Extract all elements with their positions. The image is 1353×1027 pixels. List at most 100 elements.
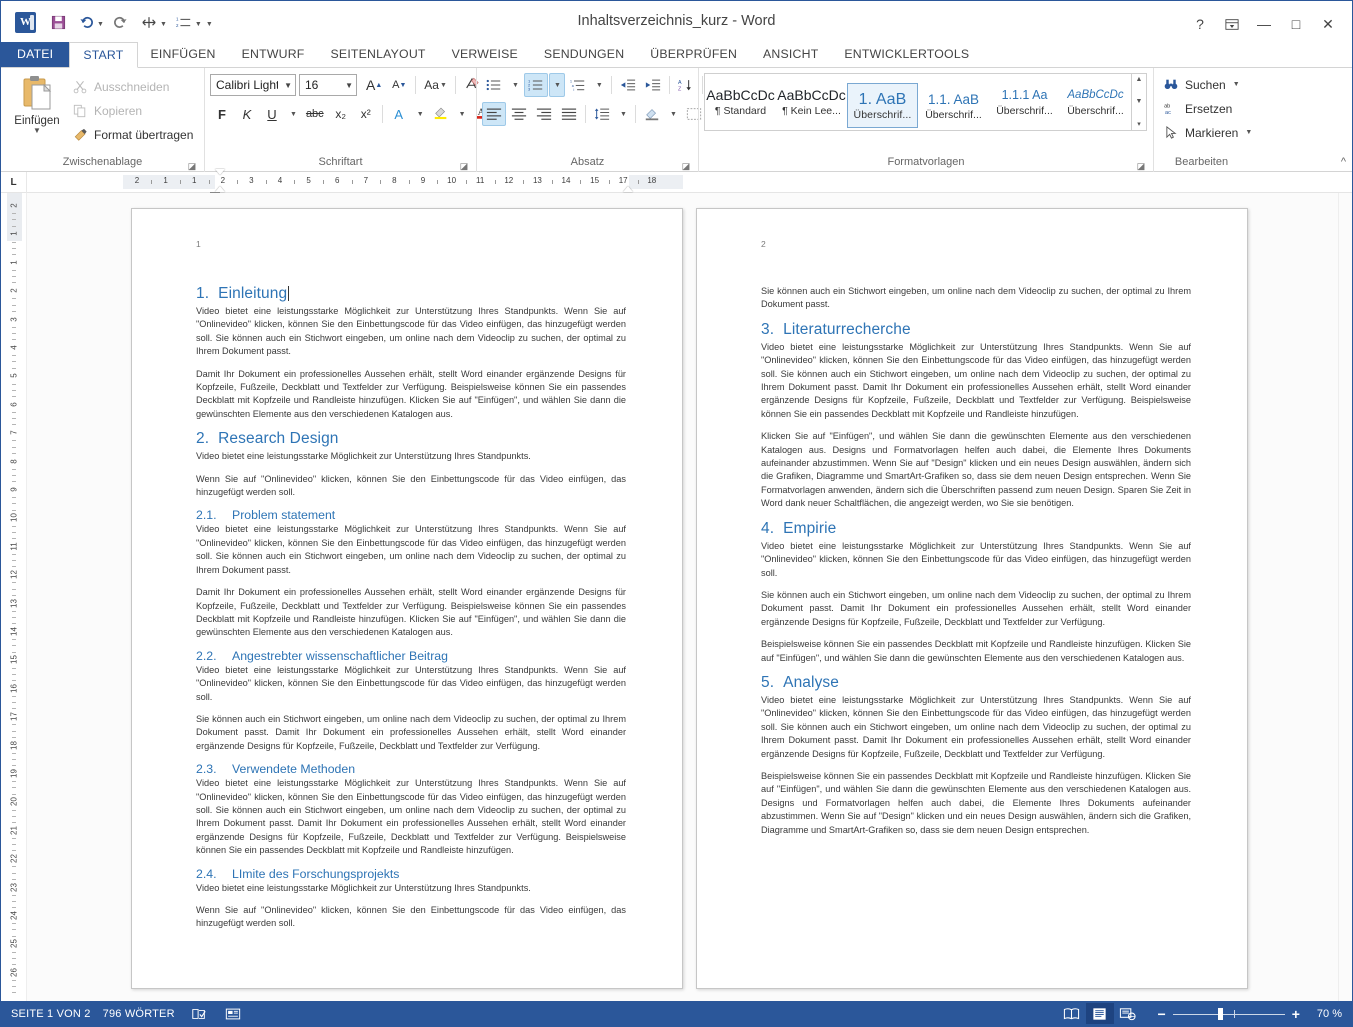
zoom-slider-thumb[interactable]: [1218, 1008, 1223, 1020]
customize-qat-icon[interactable]: ▼: [202, 16, 213, 28]
heading-2-research-design[interactable]: 2.Research Design: [196, 430, 626, 448]
multilevel-list-button[interactable]: 1ai: [566, 73, 590, 97]
collapse-ribbon-button[interactable]: ^: [1341, 156, 1346, 168]
highlight-dropdown-icon[interactable]: ▼: [454, 102, 470, 126]
text-effects-dropdown-icon[interactable]: ▼: [412, 102, 428, 126]
numbering-dropdown-icon[interactable]: ▼: [195, 16, 202, 28]
heading-1-einleitung[interactable]: 1.Einleitung: [196, 285, 626, 303]
bullets-dropdown-icon[interactable]: ▼: [507, 73, 523, 97]
heading-21-problem-statement[interactable]: 2.1.Problem statement: [196, 508, 626, 522]
numbering-button[interactable]: 123: [524, 73, 548, 97]
paragraph[interactable]: Sie können auch ein Stichwort eingeben, …: [761, 285, 1191, 312]
line-spacing-button[interactable]: [590, 102, 614, 126]
print-layout-button[interactable]: [1086, 1003, 1114, 1024]
bullets-button[interactable]: [482, 73, 506, 97]
paragraph[interactable]: Video bietet eine leistungsstarke Möglic…: [196, 777, 626, 857]
decrease-indent-button[interactable]: [616, 73, 640, 97]
paragraph[interactable]: Wenn Sie auf "Onlinevideo" klicken, könn…: [196, 473, 626, 500]
align-center-button[interactable]: [507, 102, 531, 126]
tab-einfuegen[interactable]: EINFÜGEN: [138, 42, 229, 67]
paragraph[interactable]: Video bietet eine leistungsstarke Möglic…: [761, 540, 1191, 580]
paragraph[interactable]: Klicken Sie auf "Einfügen", und wählen S…: [761, 430, 1191, 510]
justify-button[interactable]: [557, 102, 581, 126]
first-line-indent-marker[interactable]: [215, 169, 225, 175]
shading-button[interactable]: [640, 102, 664, 126]
shading-dropdown-icon[interactable]: ▼: [665, 102, 681, 126]
horizontal-ruler[interactable]: 211234567891011121314151718: [123, 175, 683, 189]
font-name-dropdown-icon[interactable]: ▼: [278, 81, 292, 90]
tab-ansicht[interactable]: ANSICHT: [750, 42, 831, 67]
paragraph[interactable]: Video bietet eine leistungsstarke Möglic…: [196, 305, 626, 359]
save-icon[interactable]: [45, 9, 71, 35]
shrink-font-button[interactable]: A▼: [387, 73, 411, 97]
heading-22-angestrebter-beitrag[interactable]: 2.2.Angestrebter wissenschaftlicher Beit…: [196, 649, 626, 663]
touch-mode-icon[interactable]: [136, 9, 162, 35]
style-ueberschrift-2[interactable]: 1.1. AaB Überschrif...: [918, 83, 989, 129]
paragraph[interactable]: Video bietet eine leistungsstarke Möglic…: [196, 882, 626, 895]
ribbon-display-options-icon[interactable]: [1218, 13, 1246, 35]
styles-more-icon[interactable]: ▾: [1137, 120, 1141, 128]
undo-dropdown-icon[interactable]: ▼: [97, 16, 104, 28]
language-icon[interactable]: [221, 1007, 245, 1021]
maximize-icon[interactable]: □: [1282, 13, 1310, 35]
tab-datei[interactable]: DATEI: [1, 42, 69, 67]
change-case-button[interactable]: Aa▼: [420, 73, 451, 97]
zoom-level[interactable]: 70 %: [1307, 1008, 1342, 1020]
replace-button[interactable]: abac Ersetzen: [1159, 98, 1256, 119]
underline-dropdown-icon[interactable]: ▼: [285, 102, 301, 126]
style-ueberschrift-3[interactable]: 1.1.1 Aa Überschrif...: [989, 74, 1060, 130]
style-standard[interactable]: AaBbCcDc ¶ Standard: [705, 74, 776, 130]
document-page-1[interactable]: 1 1.Einleitung Video bietet eine leistun…: [131, 208, 683, 989]
page-indicator[interactable]: SEITE 1 VON 2: [11, 1008, 103, 1020]
paragraph[interactable]: Sie können auch ein Stichwort eingeben, …: [196, 713, 626, 753]
multilevel-list-dropdown-icon[interactable]: ▼: [591, 73, 607, 97]
minimize-icon[interactable]: —: [1250, 13, 1278, 35]
paste-dropdown-icon[interactable]: ▼: [33, 127, 41, 134]
redo-icon[interactable]: [108, 9, 134, 35]
cut-button[interactable]: Ausschneiden: [68, 76, 197, 97]
zoom-in-button[interactable]: +: [1292, 1006, 1300, 1022]
tab-entwurf[interactable]: ENTWURF: [229, 42, 318, 67]
font-size-combo[interactable]: 16 ▼: [299, 74, 357, 96]
paragraph[interactable]: Video bietet eine leistungsstarke Möglic…: [196, 523, 626, 577]
paragraph[interactable]: Wenn Sie auf "Onlinevideo" klicken, könn…: [196, 904, 626, 931]
paste-button[interactable]: Einfügen ▼: [6, 72, 68, 134]
zoom-slider[interactable]: [1173, 1007, 1285, 1021]
strikethrough-button[interactable]: abc: [302, 102, 328, 126]
font-dialog-launcher[interactable]: ◪: [459, 161, 469, 171]
highlight-button[interactable]: [429, 102, 453, 126]
grow-font-button[interactable]: A▲: [362, 73, 386, 97]
document-canvas[interactable]: 1 1.Einleitung Video bietet eine leistun…: [27, 193, 1352, 1001]
style-kein-leerraum[interactable]: AaBbCcDc ¶ Kein Lee...: [776, 74, 847, 130]
web-layout-button[interactable]: [1114, 1003, 1142, 1024]
paragraph[interactable]: Video bietet eine leistungsstarke Möglic…: [761, 341, 1191, 421]
select-dropdown-icon[interactable]: ▼: [1244, 129, 1252, 136]
vertical-scrollbar[interactable]: [1338, 193, 1352, 1001]
tab-entwicklertools[interactable]: ENTWICKLERTOOLS: [831, 42, 982, 67]
scroll-down-icon[interactable]: ▼: [1136, 98, 1143, 105]
select-button[interactable]: Markieren ▼: [1159, 122, 1256, 143]
find-dropdown-icon[interactable]: ▼: [1232, 81, 1240, 88]
paragraph[interactable]: Video bietet eine leistungsstarke Möglic…: [196, 450, 626, 463]
increase-indent-button[interactable]: [641, 73, 665, 97]
bold-button[interactable]: F: [210, 102, 234, 126]
word-count[interactable]: 796 WÖRTER: [103, 1008, 187, 1020]
touch-mode-dropdown-icon[interactable]: ▼: [160, 16, 167, 28]
paragraph-dialog-launcher[interactable]: ◪: [681, 161, 691, 171]
heading-24-limite-forschungsprojekts[interactable]: 2.4.LImite des Forschungsprojekts: [196, 867, 626, 881]
heading-5-analyse[interactable]: 5.Analyse: [761, 674, 1191, 692]
text-effects-button[interactable]: A: [387, 102, 411, 126]
heading-3-literaturrecherche[interactable]: 3.Literaturrecherche: [761, 321, 1191, 339]
italic-button[interactable]: K: [235, 102, 259, 126]
paragraph[interactable]: Sie können auch ein Stichwort eingeben, …: [761, 589, 1191, 629]
document-page-2[interactable]: 2 Sie können auch ein Stichwort eingeben…: [696, 208, 1248, 989]
zoom-out-button[interactable]: −: [1158, 1006, 1166, 1022]
heading-23-verwendete-methoden[interactable]: 2.3.Verwendete Methoden: [196, 762, 626, 776]
copy-button[interactable]: Kopieren: [68, 100, 197, 121]
underline-button[interactable]: U: [260, 102, 284, 126]
tab-sendungen[interactable]: SENDUNGEN: [531, 42, 637, 67]
superscript-button[interactable]: x²: [354, 102, 378, 126]
tab-stop-selector[interactable]: L: [1, 172, 27, 193]
subscript-button[interactable]: x₂: [329, 102, 353, 126]
styles-dialog-launcher[interactable]: ◪: [1136, 161, 1146, 171]
